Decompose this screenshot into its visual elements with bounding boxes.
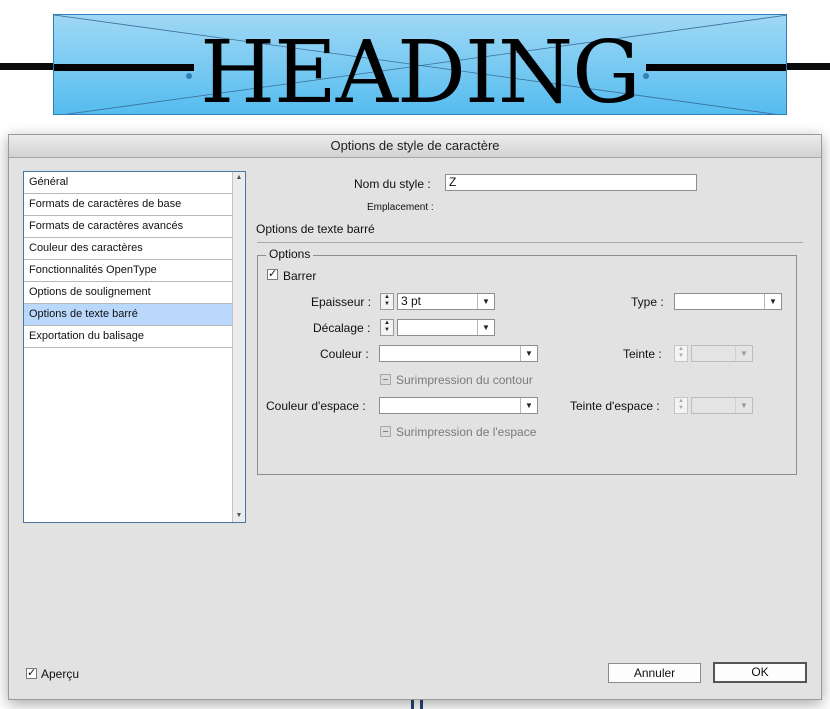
chevron-down-icon: ▼: [520, 346, 537, 361]
weight-dropdown[interactable]: 3 pt ▼: [397, 293, 495, 310]
location-label: Emplacement :: [367, 202, 434, 213]
gap-tint-dropdown[interactable]: ▼: [691, 397, 753, 414]
preview-checkbox[interactable]: ✓: [26, 668, 37, 679]
gap-tint-label: Teinte d'espace :: [570, 399, 660, 413]
chevron-down-icon: ▼: [477, 320, 494, 335]
text-frame[interactable]: HEADING: [53, 14, 787, 115]
type-label: Type :: [631, 295, 664, 309]
chevron-down-icon: ▼: [764, 294, 781, 309]
category-item[interactable]: Options de texte barré: [24, 304, 233, 326]
overprint-gap-checkbox[interactable]: [380, 426, 391, 437]
preview-label: Aperçu: [41, 667, 80, 681]
section-separator: [257, 242, 803, 243]
category-item[interactable]: Formats de caractères avancés: [24, 216, 233, 238]
strikethrough-segment-right: [646, 64, 786, 71]
chevron-down-icon: ▼: [520, 398, 537, 413]
category-item[interactable]: Couleur des caractères: [24, 238, 233, 260]
category-item[interactable]: Fonctionnalités OpenType: [24, 260, 233, 282]
gap-color-label: Couleur d'espace :: [266, 399, 366, 413]
ok-button[interactable]: OK: [713, 662, 807, 683]
character-style-dialog: Options de style de caractère Général For…: [8, 134, 822, 700]
strike-label: Barrer: [283, 269, 317, 283]
style-name-input[interactable]: Z: [445, 174, 697, 191]
gap-tint-stepper[interactable]: ▲ ▼: [674, 397, 688, 414]
chevron-down-icon: ▼: [735, 346, 752, 361]
tint-stepper[interactable]: ▲ ▼: [674, 345, 688, 362]
style-name-label: Nom du style :: [354, 177, 431, 191]
dialog-title: Options de style de caractère: [9, 135, 821, 158]
scroll-down-icon[interactable]: ▼: [233, 510, 245, 522]
canvas-guide-mark: [411, 700, 423, 709]
chevron-down-icon: ▼: [735, 398, 752, 413]
strike-checkbox[interactable]: ✓: [267, 269, 278, 280]
type-dropdown[interactable]: ▼: [674, 293, 782, 310]
weight-label: Epaisseur :: [311, 295, 372, 309]
section-title: Options de texte barré: [256, 222, 375, 236]
frame-anchor-right: [643, 73, 649, 79]
color-dropdown[interactable]: ▼: [379, 345, 538, 362]
overprint-stroke-label: Surimpression du contour: [396, 373, 533, 387]
strikethrough-segment-left: [54, 64, 194, 71]
gap-color-dropdown[interactable]: ▼: [379, 397, 538, 414]
color-label: Couleur :: [320, 347, 369, 361]
tint-label: Teinte :: [623, 347, 662, 361]
offset-stepper[interactable]: ▲ ▼: [380, 319, 394, 336]
cancel-button[interactable]: Annuler: [608, 663, 701, 683]
category-item[interactable]: Général: [24, 172, 233, 194]
frame-anchor-left: [186, 73, 192, 79]
category-item[interactable]: Options de soulignement: [24, 282, 233, 304]
overprint-gap-label: Surimpression de l'espace: [396, 425, 537, 439]
category-scrollbar[interactable]: ▲ ▼: [232, 172, 245, 522]
category-list[interactable]: Général Formats de caractères de base Form…: [23, 171, 246, 523]
category-item[interactable]: Formats de caractères de base: [24, 194, 233, 216]
offset-label: Décalage :: [313, 321, 371, 335]
options-group: [257, 255, 797, 475]
category-item[interactable]: Exportation du balisage: [24, 326, 233, 348]
offset-dropdown[interactable]: ▼: [397, 319, 495, 336]
options-group-title: Options: [266, 247, 314, 261]
chevron-down-icon: ▼: [477, 294, 494, 309]
scroll-up-icon[interactable]: ▲: [233, 172, 245, 184]
tint-dropdown[interactable]: ▼: [691, 345, 753, 362]
weight-stepper[interactable]: ▲ ▼: [380, 293, 394, 310]
overprint-stroke-checkbox[interactable]: [380, 374, 391, 385]
weight-value: 3 pt: [401, 294, 422, 308]
